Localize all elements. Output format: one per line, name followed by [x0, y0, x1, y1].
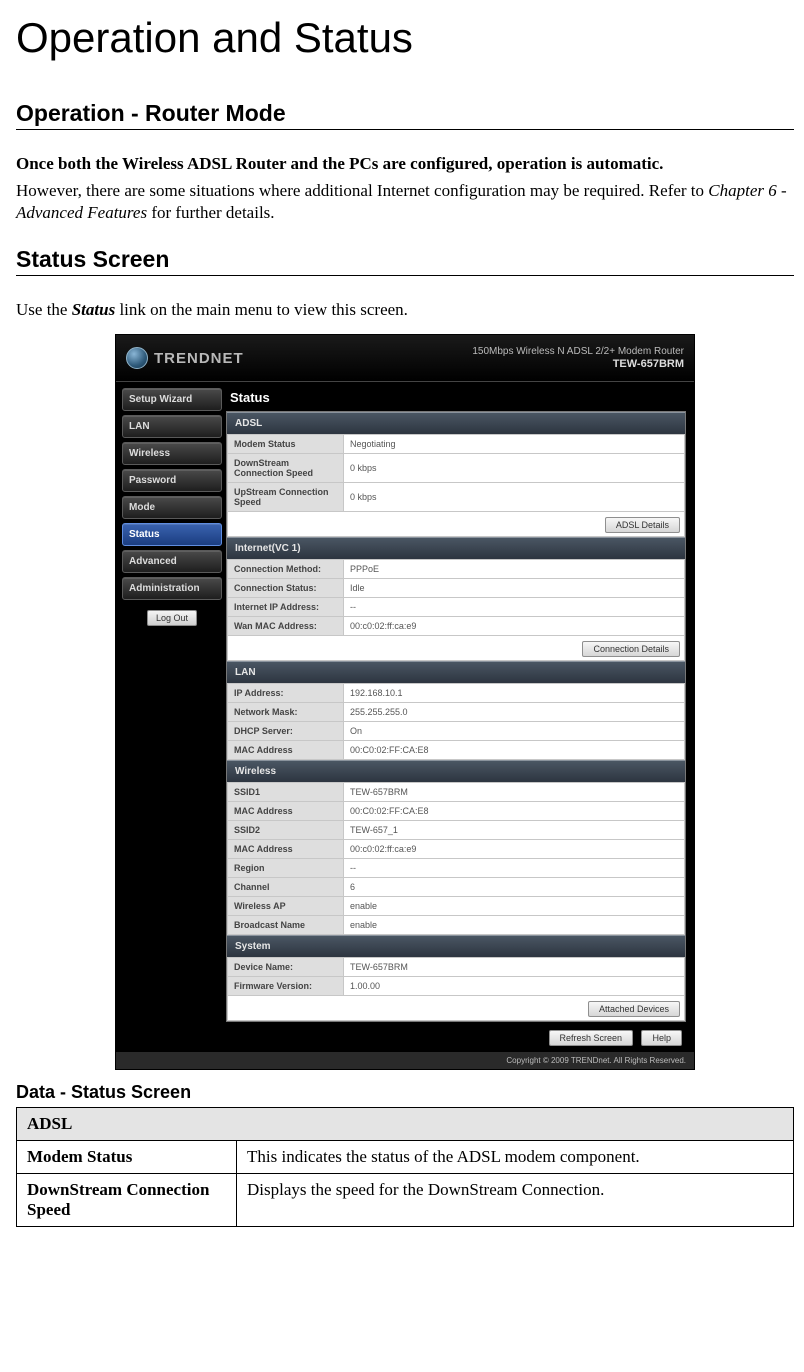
lead-post: link on the main menu to view this scree…	[115, 300, 408, 319]
kv-k: Device Name:	[228, 958, 344, 977]
kv-k: Connection Status:	[228, 579, 344, 598]
kv-v: PPPoE	[344, 560, 685, 579]
adsl-details-button[interactable]: ADSL Details	[605, 517, 680, 533]
tagline-model: TEW-657BRM	[613, 358, 684, 370]
kv-k: Modem Status	[228, 435, 344, 454]
brand-text: TRENDNET	[154, 350, 244, 367]
kv-v: 0 kbps	[344, 483, 685, 512]
kv-v: On	[344, 722, 685, 741]
table-section-adsl: ADSL	[17, 1108, 794, 1141]
router-content: Status ADSL Modem StatusNegotiating Down…	[226, 382, 694, 1052]
kv-v: TEW-657_1	[344, 821, 685, 840]
lead-pre: Use the	[16, 300, 72, 319]
kv-v: 192.168.10.1	[344, 684, 685, 703]
lan-table: IP Address:192.168.10.1 Network Mask:255…	[227, 683, 685, 760]
kv-v: Idle	[344, 579, 685, 598]
kv-v: 6	[344, 878, 685, 897]
tagline-top: 150Mbps Wireless N ADSL 2/2+ Modem Route…	[472, 346, 684, 357]
kv-v: 255.255.255.0	[344, 703, 685, 722]
router-screenshot: TRENDNET 150Mbps Wireless N ADSL 2/2+ Mo…	[115, 334, 695, 1070]
kv-v: enable	[344, 897, 685, 916]
kv-k: MAC Address	[228, 802, 344, 821]
nav-administration[interactable]: Administration	[122, 577, 222, 600]
table-row-label: Modem Status	[17, 1141, 237, 1174]
connection-details-button[interactable]: Connection Details	[582, 641, 680, 657]
kv-k: UpStream Connection Speed	[228, 483, 344, 512]
kv-v: enable	[344, 916, 685, 935]
nav-lan[interactable]: LAN	[122, 415, 222, 438]
kv-k: Region	[228, 859, 344, 878]
kv-k: IP Address:	[228, 684, 344, 703]
sec-wireless: Wireless	[227, 760, 685, 782]
status-lead: Use the Status link on the main menu to …	[16, 300, 794, 320]
kv-k: DHCP Server:	[228, 722, 344, 741]
kv-k: Internet IP Address:	[228, 598, 344, 617]
logout-button[interactable]: Log Out	[147, 610, 197, 626]
kv-v: 00:C0:02:FF:CA:E8	[344, 741, 685, 760]
kv-k: MAC Address	[228, 741, 344, 760]
intro-text: However, there are some situations where…	[16, 180, 794, 224]
data-status-heading: Data - Status Screen	[16, 1082, 794, 1103]
router-nav: Setup Wizard LAN Wireless Password Mode …	[116, 382, 226, 1052]
kv-v: TEW-657BRM	[344, 783, 685, 802]
kv-k: SSID2	[228, 821, 344, 840]
kv-v: 00:c0:02:ff:ca:e9	[344, 617, 685, 636]
internet-table: Connection Method:PPPoE Connection Statu…	[227, 559, 685, 636]
data-status-table: ADSL Modem Status This indicates the sta…	[16, 1107, 794, 1227]
system-table: Device Name:TEW-657BRM Firmware Version:…	[227, 957, 685, 996]
wireless-table: SSID1TEW-657BRM MAC Address00:C0:02:FF:C…	[227, 782, 685, 935]
kv-k: MAC Address	[228, 840, 344, 859]
nav-password[interactable]: Password	[122, 469, 222, 492]
table-row-desc: Displays the speed for the DownStream Co…	[237, 1174, 794, 1227]
nav-mode[interactable]: Mode	[122, 496, 222, 519]
kv-k: Broadcast Name	[228, 916, 344, 935]
refresh-button[interactable]: Refresh Screen	[549, 1030, 634, 1046]
kv-v: --	[344, 859, 685, 878]
kv-k: DownStream Connection Speed	[228, 454, 344, 483]
intro-bold: Once both the Wireless ADSL Router and t…	[16, 154, 794, 174]
page-title: Operation and Status	[16, 14, 794, 62]
nav-status[interactable]: Status	[122, 523, 222, 546]
kv-v: TEW-657BRM	[344, 958, 685, 977]
router-footer: Copyright © 2009 TRENDnet. All Rights Re…	[116, 1052, 694, 1069]
attached-devices-button[interactable]: Attached Devices	[588, 1001, 680, 1017]
kv-v: 00:C0:02:FF:CA:E8	[344, 802, 685, 821]
router-brand: TRENDNET	[126, 347, 244, 369]
kv-v: 00:c0:02:ff:ca:e9	[344, 840, 685, 859]
kv-k: SSID1	[228, 783, 344, 802]
router-tagline: 150Mbps Wireless N ADSL 2/2+ Modem Route…	[472, 346, 684, 371]
kv-v: 1.00.00	[344, 977, 685, 996]
sec-adsl: ADSL	[227, 412, 685, 434]
table-row-label: DownStream Connection Speed	[17, 1174, 237, 1227]
sec-system: System	[227, 935, 685, 957]
sec-lan: LAN	[227, 661, 685, 683]
intro-post: for further details.	[147, 203, 274, 222]
sec-internet: Internet(VC 1)	[227, 537, 685, 559]
kv-k: Connection Method:	[228, 560, 344, 579]
kv-v: --	[344, 598, 685, 617]
intro-pre: However, there are some situations where…	[16, 181, 708, 200]
nav-advanced[interactable]: Advanced	[122, 550, 222, 573]
help-button[interactable]: Help	[641, 1030, 682, 1046]
kv-k: Channel	[228, 878, 344, 897]
kv-v: 0 kbps	[344, 454, 685, 483]
router-header: TRENDNET 150Mbps Wireless N ADSL 2/2+ Mo…	[116, 335, 694, 381]
lead-bi: Status	[72, 300, 115, 319]
section-operation-router-mode: Operation - Router Mode	[16, 100, 794, 130]
kv-k: Wan MAC Address:	[228, 617, 344, 636]
adsl-table: Modem StatusNegotiating DownStream Conne…	[227, 434, 685, 512]
nav-wireless[interactable]: Wireless	[122, 442, 222, 465]
kv-k: Firmware Version:	[228, 977, 344, 996]
section-status-screen: Status Screen	[16, 246, 794, 276]
nav-setup-wizard[interactable]: Setup Wizard	[122, 388, 222, 411]
table-row-desc: This indicates the status of the ADSL mo…	[237, 1141, 794, 1174]
kv-k: Network Mask:	[228, 703, 344, 722]
kv-v: Negotiating	[344, 435, 685, 454]
globe-icon	[126, 347, 148, 369]
kv-k: Wireless AP	[228, 897, 344, 916]
content-title: Status	[226, 388, 686, 411]
